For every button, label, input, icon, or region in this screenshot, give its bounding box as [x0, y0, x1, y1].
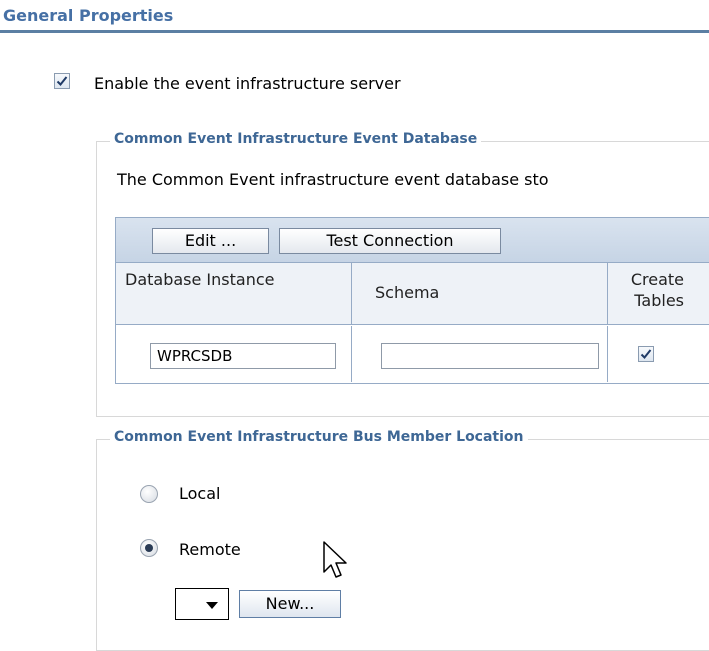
local-label: Local — [179, 484, 221, 503]
section-title: General Properties — [3, 6, 174, 25]
database-legend: Common Event Infrastructure Event Databa… — [110, 131, 482, 147]
bus-member-select[interactable] — [175, 588, 229, 620]
column-header-schema[interactable]: Schema — [352, 263, 608, 325]
remote-radio[interactable] — [140, 539, 158, 557]
checkmark-icon — [56, 76, 68, 86]
database-table: Edit ... Test Connection Database Instan… — [115, 217, 709, 384]
edit-button[interactable]: Edit ... — [152, 228, 269, 254]
column-header-create-tables[interactable]: Create Tables — [608, 263, 709, 325]
section-header: General Properties — [0, 0, 709, 33]
database-description: The Common Event infrastructure event da… — [117, 170, 549, 189]
enable-label: Enable the event infrastructure server — [94, 74, 401, 93]
local-radio[interactable] — [140, 485, 158, 503]
create-tables-checkbox[interactable] — [638, 346, 654, 362]
column-header-label: Schema — [375, 283, 440, 302]
test-connection-button[interactable]: Test Connection — [279, 228, 501, 254]
cell-schema — [352, 326, 608, 382]
cell-create-tables — [608, 326, 709, 382]
chevron-down-icon — [206, 602, 218, 609]
checkmark-icon — [640, 349, 652, 359]
column-header-label: Create Tables — [630, 270, 684, 310]
mouse-cursor-icon — [323, 541, 347, 578]
bus-legend: Common Event Infrastructure Bus Member L… — [110, 429, 528, 445]
column-header-instance[interactable]: Database Instance — [116, 263, 352, 325]
column-header-label: Database Instance — [125, 270, 275, 289]
cell-instance: WPRCSDB — [116, 326, 352, 382]
enable-checkbox[interactable] — [54, 73, 70, 89]
table-toolbar: Edit ... Test Connection — [116, 218, 709, 263]
remote-label: Remote — [179, 540, 241, 559]
schema-input[interactable] — [381, 343, 599, 369]
new-button[interactable]: New... — [239, 590, 341, 618]
radio-selected-dot — [145, 544, 153, 552]
database-instance-input[interactable]: WPRCSDB — [150, 343, 336, 369]
